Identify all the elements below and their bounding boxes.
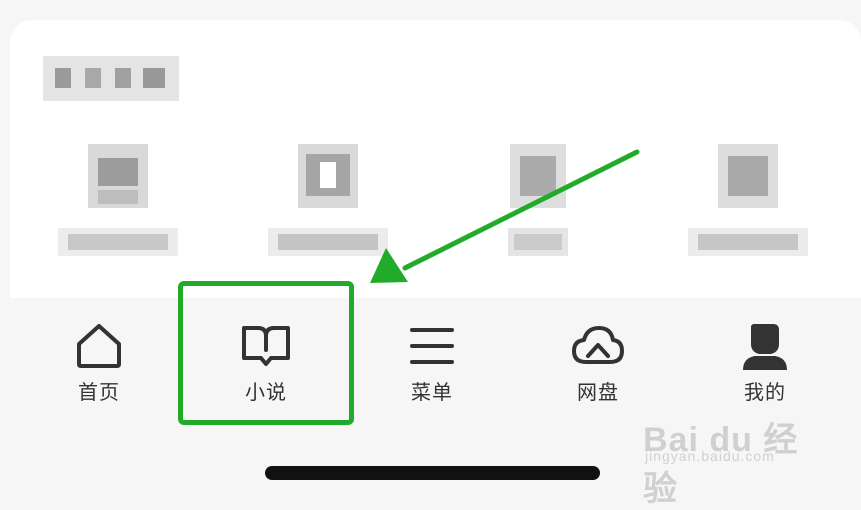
watermark-logo: Bai du 经验 jingyan.baidu.com [643,410,813,508]
blurred-shortcut-1[interactable] [58,144,178,264]
tab-profile[interactable]: 我的 [705,318,825,408]
highlight-box [178,281,354,425]
user-icon [743,324,787,370]
tab-home[interactable]: 首页 [39,318,159,408]
blurred-shortcut-4[interactable] [688,144,808,264]
content-card [10,20,861,298]
tab-menu[interactable]: 菜单 [372,318,492,408]
tab-cloud-drive-label: 网盘 [577,380,619,404]
tab-menu-label: 菜单 [411,380,453,404]
home-indicator[interactable] [265,466,600,480]
tab-profile-label: 我的 [744,380,786,404]
home-icon [77,324,121,368]
blurred-shortcut-2[interactable] [268,144,388,264]
watermark-url: jingyan.baidu.com [645,448,775,464]
menu-icon [410,328,454,364]
blurred-shortcut-3[interactable] [478,144,598,264]
cloud-icon [572,326,624,364]
tab-cloud-drive[interactable]: 网盘 [538,318,658,408]
tab-home-label: 首页 [78,380,120,404]
blurred-section-title [43,56,179,101]
